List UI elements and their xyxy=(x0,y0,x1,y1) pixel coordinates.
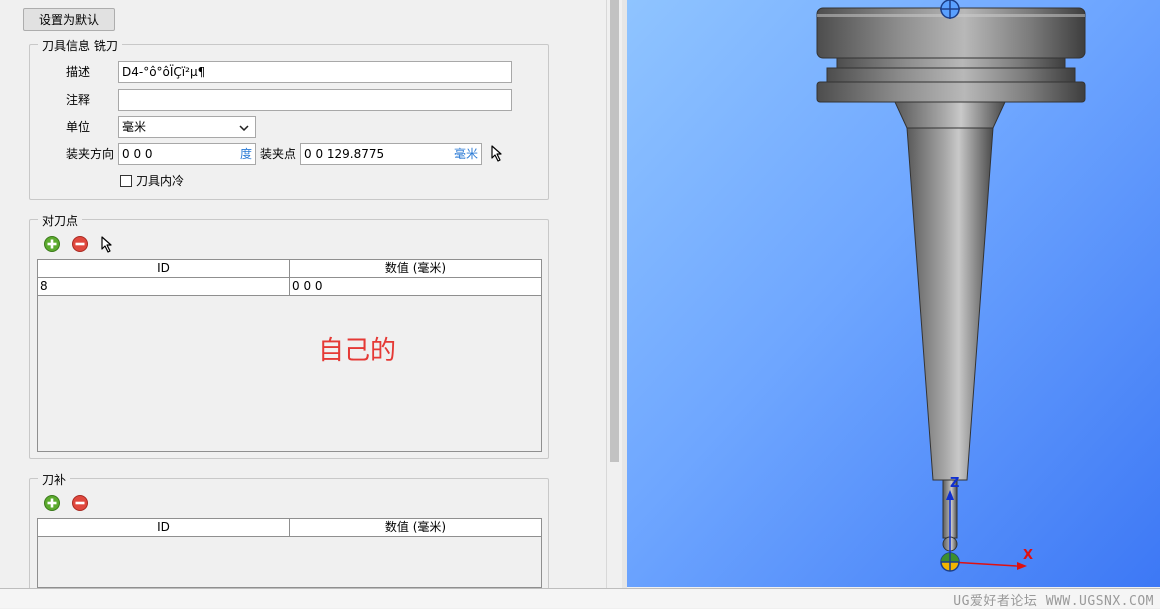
tool-info-legend: 刀具信息 铣刀 xyxy=(38,37,122,54)
comment-label: 注释 xyxy=(66,93,91,107)
clamp-point-label: 装夹点 xyxy=(260,147,297,161)
clamp-direction-value: 0 0 0 xyxy=(122,147,153,161)
clamp-direction-unit: 度 xyxy=(239,147,252,161)
description-input[interactable]: D4-°ô°ôÏÇï²µ¶ xyxy=(118,61,512,83)
set-default-button[interactable]: 设置为默认 xyxy=(23,8,115,31)
axis-x-label: X xyxy=(1023,548,1034,563)
graphics-viewport[interactable]: Z X xyxy=(627,0,1160,587)
column-header-value[interactable]: 数值 (毫米) xyxy=(290,260,541,278)
table-row-value-cell[interactable]: 0 0 0 xyxy=(290,278,541,296)
unit-select-value: 毫米 xyxy=(122,120,147,134)
add-circle-icon[interactable] xyxy=(43,235,61,253)
tool-model xyxy=(816,0,1086,572)
vertical-scrollbar[interactable] xyxy=(606,0,622,588)
add-circle-icon[interactable] xyxy=(43,494,61,512)
column-header-value[interactable]: 数值 (毫米) xyxy=(290,519,541,537)
clamp-point-value: 0 0 129.8775 xyxy=(304,147,385,161)
chevron-down-icon xyxy=(239,125,249,131)
clamp-direction-label: 装夹方向 xyxy=(66,147,115,161)
annotation-text: 自己的 xyxy=(318,336,397,366)
table-row-id-cell[interactable]: 8 xyxy=(38,278,290,296)
scrollbar-thumb[interactable] xyxy=(610,0,619,462)
clamp-point-input[interactable]: 0 0 129.8775 毫米 xyxy=(300,143,482,165)
pick-point-cursor-icon[interactable] xyxy=(489,144,509,164)
clamp-point-unit: 毫米 xyxy=(453,147,478,161)
coolant-label: 刀具内冷 xyxy=(136,174,185,188)
axis-z-label: Z xyxy=(950,476,960,491)
column-header-id[interactable]: ID xyxy=(38,519,290,537)
tool-point-legend: 对刀点 xyxy=(38,212,83,229)
unit-label: 单位 xyxy=(66,120,91,134)
select-cursor-icon[interactable] xyxy=(99,235,119,255)
comment-input[interactable] xyxy=(118,89,512,111)
tool-point-table: ID 数值 (毫米) 8 0 0 0 xyxy=(37,259,542,452)
coolant-checkbox[interactable] xyxy=(120,175,132,187)
tool-comp-table: ID 数值 (毫米) xyxy=(37,518,542,588)
remove-circle-icon[interactable] xyxy=(71,235,89,253)
remove-circle-icon[interactable] xyxy=(71,494,89,512)
tool-comp-legend: 刀补 xyxy=(38,471,71,488)
clamp-direction-input[interactable]: 0 0 0 度 xyxy=(118,143,256,165)
watermark-text: UG爱好者论坛 WWW.UGSNX.COM xyxy=(953,594,1154,609)
unit-select[interactable]: 毫米 xyxy=(118,116,256,138)
column-header-id[interactable]: ID xyxy=(38,260,290,278)
description-label: 描述 xyxy=(66,65,91,79)
